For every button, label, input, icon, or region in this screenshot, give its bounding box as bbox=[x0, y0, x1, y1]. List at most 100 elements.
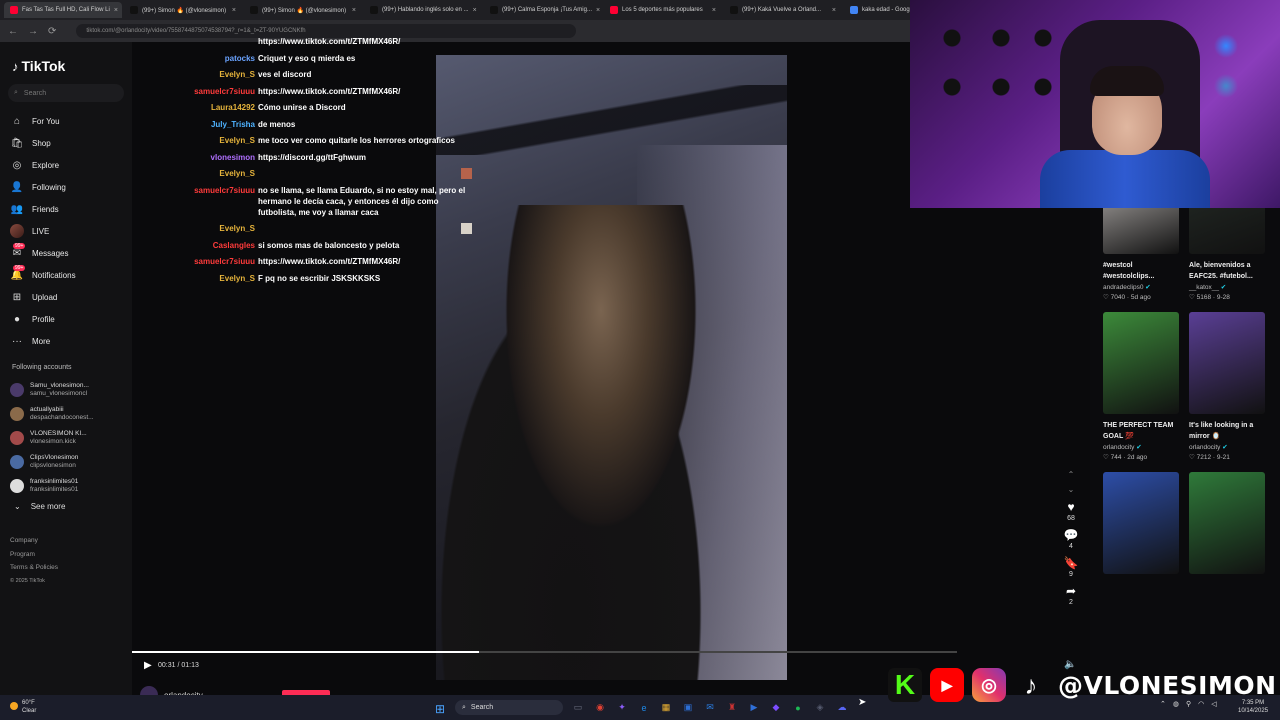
chat-username: patocks bbox=[224, 53, 255, 63]
browser-tab[interactable]: kaka edad - Google S...× bbox=[844, 2, 910, 18]
chat-message: Evelyn_S bbox=[132, 168, 472, 179]
browser-tab[interactable]: (99+) Hablando inglés solo en ... × bbox=[364, 2, 482, 18]
tab-title: (99+) Simon 🔥 (@vlonesimon) bbox=[262, 7, 347, 14]
close-icon[interactable]: × bbox=[114, 7, 118, 14]
play-icon[interactable]: ▶ bbox=[144, 660, 152, 671]
taskbar-app-icon[interactable]: ✉ bbox=[702, 700, 718, 715]
tiktok-logo[interactable]: ♪ TikTok bbox=[12, 58, 65, 74]
weather-widget[interactable]: 60°F Clear bbox=[10, 699, 36, 715]
tab-title: (99+) Kaká Vuelve a Orland... bbox=[742, 7, 821, 13]
video-account[interactable]: andradeclips0 ✔ bbox=[1103, 283, 1183, 291]
recommended-video-card[interactable] bbox=[1189, 472, 1269, 574]
tab-favicon-icon bbox=[850, 6, 858, 14]
video-caption[interactable]: THE PERFECT TEAM GOAL 💯 bbox=[1103, 420, 1183, 442]
messages-icon: ✉ 99+ bbox=[12, 242, 26, 259]
recommended-video-card[interactable]: It's like looking in a mirror 🪞 orlandoci… bbox=[1189, 312, 1269, 461]
following-account[interactable]: actuallyabiii despachandoconest... bbox=[10, 402, 128, 426]
webcam-overlay bbox=[910, 0, 1280, 208]
close-icon[interactable]: × bbox=[473, 7, 477, 14]
taskbar-app-icon[interactable]: ▦ bbox=[658, 700, 674, 715]
taskbar-app-icon[interactable]: ✦ bbox=[614, 700, 630, 715]
sidebar-item-friends[interactable]: 👥 Friends bbox=[10, 198, 128, 220]
see-more-button[interactable]: ⌄ See more bbox=[14, 502, 65, 511]
video-account[interactable]: orlandocity ✔ bbox=[1189, 443, 1269, 451]
following-account[interactable]: VLONESIMON KI... vlonesimon.kick bbox=[10, 426, 128, 450]
sidebar-item-explore[interactable]: ◎ Explore bbox=[10, 154, 128, 176]
sidebar-item-shop[interactable]: 🛍 Shop bbox=[10, 132, 128, 154]
footer-link[interactable]: Terms & Policies bbox=[10, 561, 58, 575]
taskbar-app-icon[interactable]: ● bbox=[790, 700, 806, 715]
taskbar-app-icon[interactable]: ◉ bbox=[592, 700, 608, 715]
following-account[interactable]: Samu_vlonesimon... samu_vlonesimoncl bbox=[10, 378, 128, 402]
close-icon[interactable]: × bbox=[596, 7, 600, 14]
browser-tab[interactable]: (99+) Calma Esponja ¡Tus Amig... × bbox=[484, 2, 602, 18]
taskbar-app-icon[interactable]: ◆ bbox=[768, 700, 784, 715]
close-icon[interactable]: × bbox=[832, 7, 836, 14]
share-button[interactable]: ➦ 2 bbox=[1062, 584, 1080, 606]
bookmark-button[interactable]: 🔖 9 bbox=[1062, 556, 1080, 578]
video-player[interactable] bbox=[436, 55, 787, 680]
chat-username: Evelyn_S bbox=[219, 136, 255, 145]
sidebar-item-upload[interactable]: ⊞ Upload bbox=[10, 286, 128, 308]
reload-icon[interactable]: ⟳ bbox=[48, 26, 56, 37]
video-account[interactable]: __katox__ ✔ bbox=[1189, 283, 1269, 291]
windows-start-icon[interactable]: ⊞ bbox=[435, 702, 445, 716]
recommended-video-card[interactable]: THE PERFECT TEAM GOAL 💯 orlandocity ✔ ♡ 74… bbox=[1103, 312, 1183, 461]
close-icon[interactable]: × bbox=[232, 7, 236, 14]
taskbar-app-icon[interactable]: ♜ bbox=[724, 700, 740, 715]
chat-text: ves el discord bbox=[258, 70, 312, 79]
sidebar-item-for-you[interactable]: ⌂ For You bbox=[10, 110, 128, 132]
video-thumbnail[interactable] bbox=[1103, 312, 1179, 414]
taskbar-app-icon[interactable]: ▭ bbox=[570, 700, 586, 715]
tab-title: (99+) Hablando inglés solo en ... bbox=[382, 7, 469, 13]
video-account[interactable]: orlandocity ✔ bbox=[1103, 443, 1183, 451]
recommended-video-card[interactable] bbox=[1103, 472, 1183, 574]
browser-tab[interactable]: (99+) Kaká Vuelve a Orland... × bbox=[724, 2, 842, 18]
video-progress-bar[interactable] bbox=[132, 651, 957, 653]
browser-tab[interactable]: Los 5 deportes más populares × bbox=[604, 2, 722, 18]
video-thumbnail[interactable] bbox=[1189, 472, 1265, 574]
video-caption[interactable]: #westcol #westcolclips... bbox=[1103, 260, 1183, 282]
taskbar-app-icon[interactable]: ☁ bbox=[834, 700, 850, 715]
chat-text: si somos mas de baloncesto y pelota bbox=[258, 240, 400, 250]
taskbar-app-icon[interactable]: ▣ bbox=[680, 700, 696, 715]
forward-icon[interactable]: → bbox=[28, 26, 38, 37]
taskbar-app-icon[interactable]: e bbox=[636, 700, 652, 715]
browser-tab[interactable]: Fas Tas Tas Full HD, Cali Flow Li × bbox=[4, 2, 122, 18]
sidebar-item-following[interactable]: 👤 Following bbox=[10, 176, 128, 198]
taskbar-app-icon[interactable]: ▶ bbox=[746, 700, 762, 715]
search-input[interactable]: ⌕ Search bbox=[8, 84, 124, 102]
video-thumbnail[interactable] bbox=[1103, 472, 1179, 574]
close-icon[interactable]: × bbox=[712, 7, 716, 14]
account-display-name: actuallyabiii bbox=[30, 406, 64, 413]
video-caption[interactable]: Ale, bienvenidos a EAFC25. #futebol... bbox=[1189, 260, 1269, 282]
footer-link[interactable]: Company bbox=[10, 534, 58, 548]
back-icon[interactable]: ← bbox=[8, 26, 18, 37]
video-caption[interactable]: It's like looking in a mirror 🪞 bbox=[1189, 420, 1269, 442]
taskbar-app-icon[interactable]: ◈ bbox=[812, 700, 828, 715]
chevron-down-icon[interactable]: ⌄ bbox=[1062, 485, 1080, 494]
like-button[interactable]: ♥ 68 bbox=[1062, 500, 1080, 522]
chat-username: samuelcr7siuuu bbox=[194, 86, 255, 96]
chevron-up-icon[interactable]: ⌃ bbox=[1062, 470, 1080, 479]
close-icon[interactable]: × bbox=[352, 7, 356, 14]
sidebar-menu: ⌂ For You 🛍 Shop ◎ Explore 👤 Following 👥 Friends L… bbox=[10, 110, 128, 352]
following-account[interactable]: franksinlimites01 franksinlimites01 bbox=[10, 474, 128, 498]
sidebar-item-messages[interactable]: ✉ 99+ Messages bbox=[10, 242, 128, 264]
footer-link[interactable]: Program bbox=[10, 548, 58, 562]
comment-button[interactable]: 💬 4 bbox=[1062, 528, 1080, 550]
browser-tab[interactable]: (99+) Simon 🔥 (@vlonesimon) × bbox=[124, 2, 242, 18]
video-thumbnail[interactable] bbox=[1189, 312, 1265, 414]
sidebar-item-more[interactable]: ··· More bbox=[10, 330, 128, 352]
chat-emote-icon bbox=[461, 168, 472, 179]
browser-tab[interactable]: (99+) Simon 🔥 (@vlonesimon) × bbox=[244, 2, 362, 18]
chat-text: https://www.tiktok.com/t/ZTMfMX46R/ bbox=[258, 37, 401, 46]
sidebar-item-notifications[interactable]: 🔔 99+ Notifications bbox=[10, 264, 128, 286]
sidebar-item-live[interactable]: LIVE bbox=[10, 220, 128, 242]
bookmark-count: 9 bbox=[1069, 571, 1073, 578]
tiktok-icon: ♪ bbox=[1024, 669, 1038, 700]
taskbar-search[interactable]: ⌕ Search bbox=[455, 700, 563, 715]
following-account[interactable]: ClipsVlonesimon clipsvlonesimon bbox=[10, 450, 128, 474]
video-meta: ♡ 7040 · 5d ago bbox=[1103, 293, 1183, 301]
sidebar-item-profile[interactable]: ● Profile bbox=[10, 308, 128, 330]
